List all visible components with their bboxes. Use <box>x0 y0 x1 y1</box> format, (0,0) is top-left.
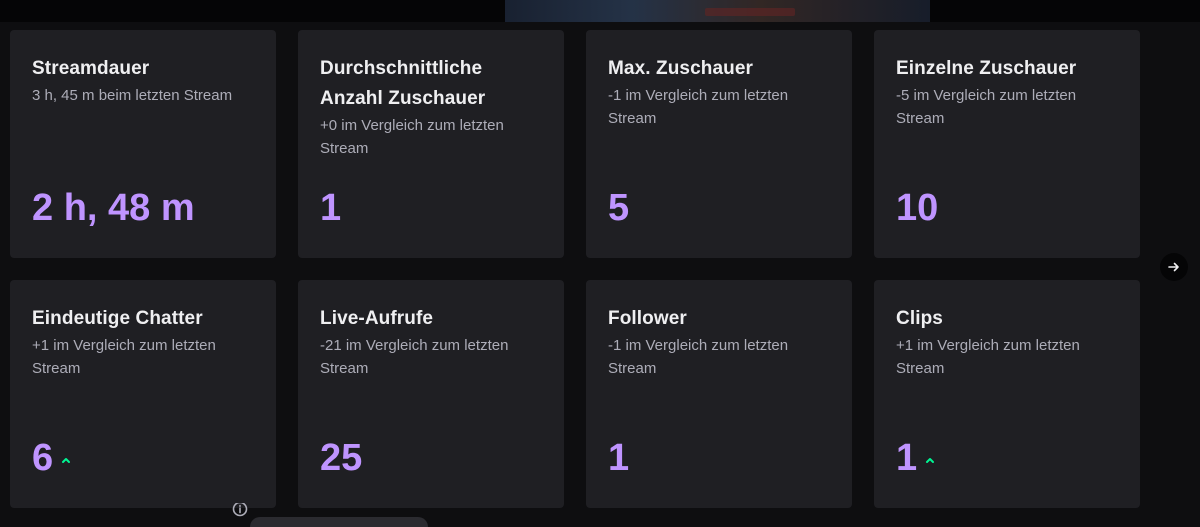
stat-card-max-viewers: Max. Zuschauer -1 im Vergleich zum letzt… <box>586 30 852 258</box>
stat-value: 1 <box>320 186 341 230</box>
stream-thumbnail <box>505 0 930 22</box>
stat-card-live-views: Live-Aufrufe -21 im Vergleich zum letzte… <box>298 280 564 508</box>
stat-value: 1 <box>608 436 629 480</box>
stat-title: Eindeutige Chatter <box>32 308 203 329</box>
stat-title: Streamdauer <box>32 58 150 79</box>
stat-value: 10 <box>896 186 938 230</box>
stat-comparison: +0 im Vergleich zum letzten Stream <box>320 117 504 157</box>
footer <box>0 503 1200 527</box>
stat-title: Durchschnittliche Anzahl Zuschauer <box>320 58 486 109</box>
stat-comparison: +1 im Vergleich zum letzten Stream <box>32 337 216 377</box>
arrow-right-icon <box>1168 262 1179 272</box>
stat-comparison: -1 im Vergleich zum letzten Stream <box>608 337 789 377</box>
stat-card-followers: Follower -1 im Vergleich zum letzten Str… <box>586 280 852 508</box>
footer-pill <box>250 517 428 527</box>
stat-value-text: 1 <box>320 187 342 229</box>
stat-value: 2 h, 48 m <box>32 186 195 230</box>
stat-title: Max. Zuschauer <box>608 58 754 79</box>
stat-value: 5 <box>608 186 629 230</box>
stat-value-text: 25 <box>320 437 363 479</box>
stat-card-clips: Clips +1 im Vergleich zum letzten Stream… <box>874 280 1140 508</box>
stat-card-unique-chatters: Eindeutige Chatter +1 im Vergleich zum l… <box>10 280 276 508</box>
footer-info <box>232 503 248 517</box>
stat-value-text: 10 <box>896 187 939 229</box>
stat-value: 1 <box>896 436 935 480</box>
stat-title: Follower <box>608 308 687 329</box>
stat-comparison: -1 im Vergleich zum letzten Stream <box>608 87 789 127</box>
next-page-button[interactable] <box>1160 253 1188 281</box>
stat-value-text: 6 <box>32 437 54 479</box>
stat-value-text: 2 h, 48 m <box>32 187 195 229</box>
stat-value: 25 <box>320 436 362 480</box>
stat-title: Clips <box>896 308 943 329</box>
top-strip <box>0 0 1200 22</box>
stat-card-average-viewers: Durchschnittliche Anzahl Zuschauer +0 im… <box>298 30 564 258</box>
info-icon <box>232 503 248 517</box>
stat-comparison: 3 h, 45 m beim letzten Stream <box>32 87 233 104</box>
chevron-up-icon <box>62 458 71 463</box>
stat-value-text: 1 <box>608 437 630 479</box>
stat-value: 6 <box>32 436 71 480</box>
stat-comparison: -5 im Vergleich zum letzten Stream <box>896 87 1077 127</box>
stat-comparison: +1 im Vergleich zum letzten Stream <box>896 337 1080 377</box>
stat-card-streamdauer: Streamdauer 3 h, 45 m beim letzten Strea… <box>10 30 276 258</box>
stat-title: Einzelne Zuschauer <box>896 58 1077 79</box>
stat-value-text: 1 <box>896 437 918 479</box>
stat-card-unique-viewers: Einzelne Zuschauer -5 im Vergleich zum l… <box>874 30 1140 258</box>
stat-value-text: 5 <box>608 187 630 229</box>
stat-title: Live-Aufrufe <box>320 308 434 329</box>
chevron-up-icon <box>926 458 935 463</box>
stat-comparison: -21 im Vergleich zum letzten Stream <box>320 337 509 377</box>
